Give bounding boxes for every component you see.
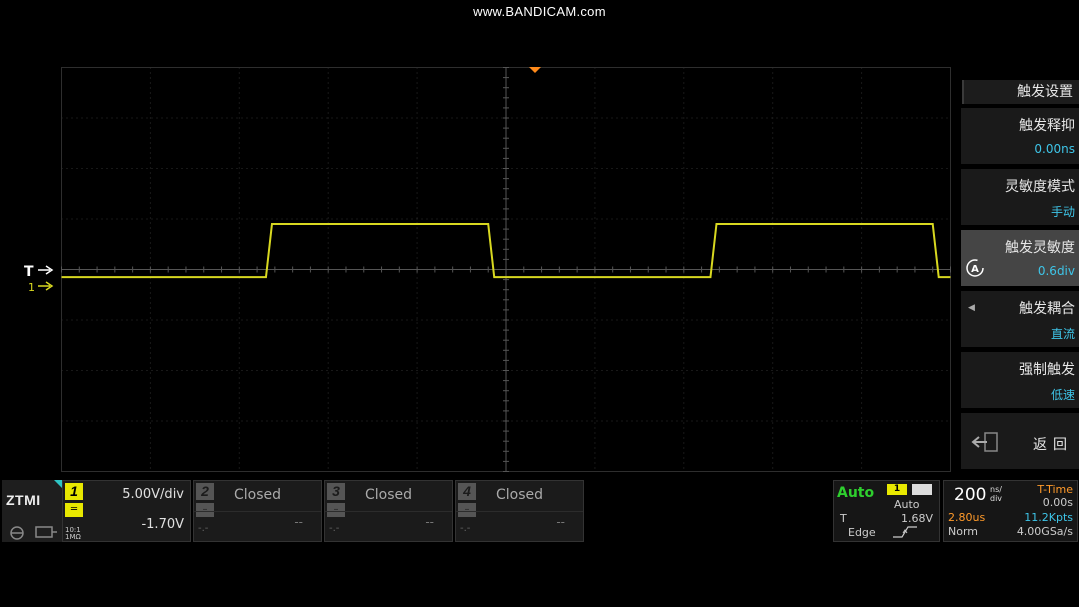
timebase-unit: ns/div xyxy=(990,485,1002,503)
back-icon xyxy=(971,432,998,452)
waveform-grid xyxy=(61,67,951,472)
channel-4-sub: -.- xyxy=(460,523,471,534)
trigger-level-value[interactable]: 1.68V xyxy=(901,512,933,525)
menu-item-force-trigger[interactable]: 强制触发 低速 xyxy=(961,352,1079,408)
dc-coupling-icon: ═ xyxy=(65,503,83,517)
back-label: 返回 xyxy=(1033,437,1073,453)
trigger-source: 1 xyxy=(887,484,907,495)
corner-indicator-icon xyxy=(54,480,62,488)
menu-item-value: 0.00ns xyxy=(1034,142,1075,156)
channel-4-panel[interactable]: 4 – Closed -- -.- xyxy=(455,480,584,542)
menu-item-trigger-holdoff[interactable]: 触发释抑 0.00ns xyxy=(961,108,1079,164)
channel-3-panel[interactable]: 3 – Closed -- -.- xyxy=(324,480,453,542)
coupling-icon: – xyxy=(458,503,476,517)
sample-rate: 4.00GSa/s xyxy=(1016,525,1073,538)
divider xyxy=(456,511,583,512)
channel-2-value: -- xyxy=(294,515,303,529)
menu-item-label: 灵敏度模式 xyxy=(1005,179,1075,195)
probe-icon[interactable] xyxy=(6,524,28,540)
memory-depth: 11.2Kpts xyxy=(1024,511,1073,524)
submenu-arrow-icon: ◀ xyxy=(968,303,975,313)
menu-item-back[interactable]: 返回 xyxy=(961,413,1079,469)
t-time-label: T-Time xyxy=(1037,483,1073,496)
menu-item-value: 低速 xyxy=(1050,388,1075,402)
channel-3-status: Closed xyxy=(364,487,413,503)
adjust-knob-icon: A xyxy=(966,259,984,277)
trigger-level-marker-label[interactable]: T xyxy=(24,264,34,280)
trigger-type: Edge xyxy=(848,526,876,539)
channel-2-panel[interactable]: 2 – Closed -- -.- xyxy=(193,480,322,542)
trigger-sweep: Auto xyxy=(894,498,920,511)
ch1-ground-marker-label[interactable]: 1 xyxy=(28,281,35,294)
unit-top: ns/ xyxy=(990,485,1002,494)
menu-item-label: 触发灵敏度 xyxy=(1005,240,1075,256)
channel-3-value: -- xyxy=(425,515,434,529)
screen-capture-icon[interactable] xyxy=(34,524,58,540)
channel-4-value: -- xyxy=(556,515,565,529)
unit-bottom: div xyxy=(990,494,1003,503)
menu-item-label: 触发释抑 xyxy=(1019,118,1075,134)
ch1-ground-arrow[interactable] xyxy=(38,281,54,291)
channel-1-offset[interactable]: -1.70V xyxy=(141,517,184,532)
menu-item-trigger-coupling[interactable]: ◀ 触发耦合 直流 xyxy=(961,291,1079,347)
channel-2-status: Closed xyxy=(233,487,282,503)
channel-1-impedance: 10:1 1MΩ xyxy=(65,527,81,541)
timebase-panel[interactable]: 200 ns/div T-Time 0.00s 2.80us 11.2Kpts … xyxy=(943,480,1078,542)
menu-item-value: 直流 xyxy=(1050,327,1075,341)
rising-edge-icon xyxy=(893,526,917,538)
trigger-position-marker[interactable] xyxy=(529,67,541,73)
channel-1-panel[interactable]: 1 ═ 5.00V/div -1.70V 10:1 1MΩ xyxy=(62,480,191,542)
divider xyxy=(325,511,452,512)
trigger-mode[interactable]: Auto xyxy=(837,485,874,501)
menu-item-label: 触发耦合 xyxy=(1019,301,1075,317)
menu-item-trigger-sensitivity[interactable]: 触发灵敏度 A 0.6div xyxy=(961,230,1079,286)
trigger-menu-title: 触发设置 xyxy=(962,80,1079,104)
trigger-level-label: T xyxy=(840,512,847,525)
menu-item-label: 强制触发 xyxy=(1019,362,1075,378)
coupling-icon: – xyxy=(196,503,214,517)
channel-3-sub: -.- xyxy=(329,523,340,534)
svg-text:A: A xyxy=(971,264,979,275)
channel-2-sub: -.- xyxy=(198,523,209,534)
menu-item-value: 手动 xyxy=(1050,205,1075,219)
t-time-value: 0.00s xyxy=(1042,496,1073,509)
menu-item-value: 0.6div xyxy=(1037,264,1075,278)
channel-1-number: 1 xyxy=(65,483,83,500)
divider xyxy=(194,511,321,512)
horizontal-delay[interactable]: 2.80us xyxy=(948,511,985,524)
brand-logo: ZTMI xyxy=(6,492,41,508)
coupling-icon: – xyxy=(327,503,345,517)
trigger-coupling-icon xyxy=(912,484,932,495)
input-impedance: 1MΩ xyxy=(65,533,81,541)
acquisition-mode: Norm xyxy=(948,525,979,538)
menu-item-sensitivity-mode[interactable]: 灵敏度模式 手动 xyxy=(961,169,1079,225)
channel-1-scale[interactable]: 5.00V/div xyxy=(122,487,184,502)
channel-4-status: Closed xyxy=(495,487,544,503)
trigger-status-panel[interactable]: Auto 1 Auto T 1.68V Edge xyxy=(833,480,940,542)
timebase-scale[interactable]: 200 xyxy=(954,485,986,505)
brand-logo-panel[interactable]: ZTMI xyxy=(2,480,62,542)
trigger-level-arrow[interactable] xyxy=(38,265,54,275)
